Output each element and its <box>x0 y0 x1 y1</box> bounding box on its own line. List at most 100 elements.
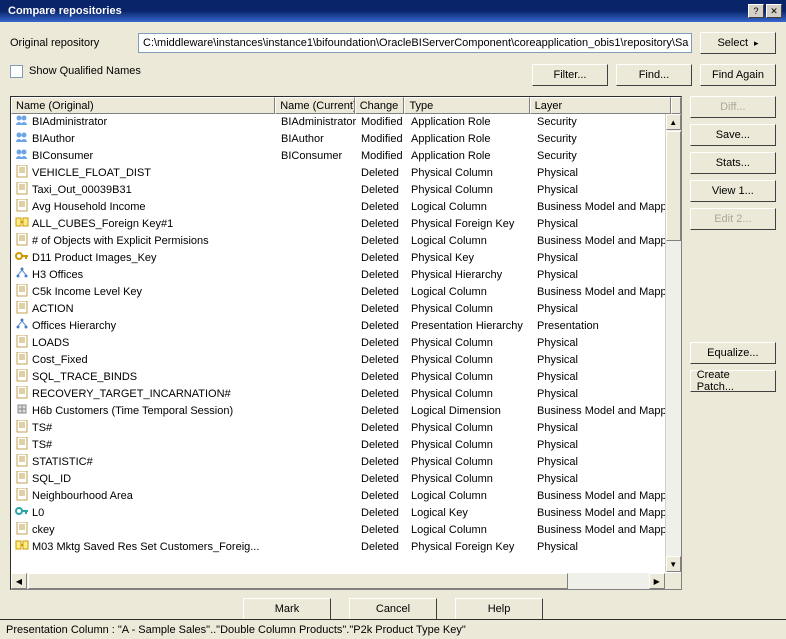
table-row[interactable]: Neighbourhood AreaDeletedLogical ColumnB… <box>11 488 681 505</box>
show-qualified-names-label: Show Qualified Names <box>29 65 141 77</box>
row-current <box>277 403 357 420</box>
col-icon <box>15 182 29 199</box>
table-row[interactable]: RECOVERY_TARGET_INCARNATION#DeletedPhysi… <box>11 386 681 403</box>
col-icon <box>15 454 29 471</box>
edit2-button[interactable]: Edit 2... <box>690 208 776 230</box>
table-row[interactable]: # of Objects with Explicit PermisionsDel… <box>11 233 681 250</box>
col-icon <box>15 522 29 539</box>
row-change: Deleted <box>357 369 407 386</box>
create-patch-button[interactable]: Create Patch... <box>690 370 776 392</box>
row-current: BIConsumer <box>277 148 357 165</box>
fkey-icon <box>15 216 29 233</box>
close-icon[interactable]: ✕ <box>766 4 782 18</box>
help-button[interactable]: Help <box>455 598 543 620</box>
column-header-change[interactable]: Change <box>355 97 405 114</box>
table-row[interactable]: L0DeletedLogical KeyBusiness Model and M… <box>11 505 681 522</box>
col-icon <box>15 301 29 318</box>
vertical-scroll-thumb[interactable] <box>666 131 681 241</box>
row-change: Deleted <box>357 403 407 420</box>
row-type: Logical Column <box>407 488 533 505</box>
table-row[interactable]: VEHICLE_FLOAT_DISTDeletedPhysical Column… <box>11 165 681 182</box>
table-row[interactable]: LOADSDeletedPhysical ColumnPhysical <box>11 335 681 352</box>
row-current: BIAdministrator <box>277 114 357 131</box>
horizontal-scrollbar[interactable]: ◀ ▶ <box>11 573 665 589</box>
mark-button[interactable]: Mark <box>243 598 331 620</box>
row-current <box>277 386 357 403</box>
row-change: Deleted <box>357 488 407 505</box>
row-layer: Presentation <box>533 318 675 335</box>
row-current <box>277 233 357 250</box>
row-name: STATISTIC# <box>32 455 93 470</box>
table-row[interactable]: D11 Product Images_KeyDeletedPhysical Ke… <box>11 250 681 267</box>
table-row[interactable]: H3 OfficesDeletedPhysical HierarchyPhysi… <box>11 267 681 284</box>
row-layer: Physical <box>533 352 675 369</box>
scroll-down-icon[interactable]: ▼ <box>666 556 681 572</box>
row-layer: Business Model and Mapping <box>533 522 675 539</box>
view1-button[interactable]: View 1... <box>690 180 776 202</box>
row-change: Deleted <box>357 386 407 403</box>
table-row[interactable]: SQL_TRACE_BINDSDeletedPhysical ColumnPhy… <box>11 369 681 386</box>
table-row[interactable]: Offices HierarchyDeletedPresentation Hie… <box>11 318 681 335</box>
table-row[interactable]: SQL_IDDeletedPhysical ColumnPhysical <box>11 471 681 488</box>
find-button[interactable]: Find... <box>616 64 692 86</box>
table-row[interactable]: Cost_FixedDeletedPhysical ColumnPhysical <box>11 352 681 369</box>
row-change: Deleted <box>357 471 407 488</box>
table-row[interactable]: STATISTIC#DeletedPhysical ColumnPhysical <box>11 454 681 471</box>
row-type: Physical Column <box>407 437 533 454</box>
scroll-left-icon[interactable]: ◀ <box>11 573 27 589</box>
row-current <box>277 250 357 267</box>
equalize-button[interactable]: Equalize... <box>690 342 776 364</box>
column-header-name[interactable]: Name (Original) <box>11 97 275 114</box>
col-icon <box>15 471 29 488</box>
row-type: Logical Key <box>407 505 533 522</box>
horizontal-scroll-thumb[interactable] <box>28 573 568 589</box>
table-row[interactable]: TS#DeletedPhysical ColumnPhysical <box>11 437 681 454</box>
column-header-type[interactable]: Type <box>404 97 529 114</box>
row-layer: Physical <box>533 471 675 488</box>
table-row[interactable]: Taxi_Out_00039B31DeletedPhysical ColumnP… <box>11 182 681 199</box>
scroll-up-icon[interactable]: ▲ <box>666 114 681 130</box>
table-row[interactable]: Avg Household IncomeDeletedLogical Colum… <box>11 199 681 216</box>
diff-button[interactable]: Diff... <box>690 96 776 118</box>
help-icon[interactable]: ? <box>748 4 764 18</box>
cancel-button[interactable]: Cancel <box>349 598 437 620</box>
stats-button[interactable]: Stats... <box>690 152 776 174</box>
row-current <box>277 420 357 437</box>
table-row[interactable]: BIAuthorBIAuthorModifiedApplication Role… <box>11 131 681 148</box>
table-row[interactable]: ALL_CUBES_Foreign Key#1DeletedPhysical F… <box>11 216 681 233</box>
row-layer: Physical <box>533 182 675 199</box>
table-row[interactable]: ACTIONDeletedPhysical ColumnPhysical <box>11 301 681 318</box>
table-row[interactable]: BIConsumerBIConsumerModifiedApplication … <box>11 148 681 165</box>
vertical-scrollbar[interactable]: ▲ ▼ <box>665 114 681 572</box>
row-current <box>277 165 357 182</box>
table-row[interactable]: BIAdministratorBIAdministratorModifiedAp… <box>11 114 681 131</box>
table-row[interactable]: ckeyDeletedLogical ColumnBusiness Model … <box>11 522 681 539</box>
save-button[interactable]: Save... <box>690 124 776 146</box>
filter-button[interactable]: Filter... <box>532 64 608 86</box>
original-repository-path[interactable]: C:\middleware\instances\instance1\bifoun… <box>138 33 692 53</box>
row-type: Application Role <box>407 148 533 165</box>
col-icon <box>15 335 29 352</box>
column-header-current[interactable]: Name (Current) <box>275 97 355 114</box>
table-row[interactable]: H6b Customers (Time Temporal Session)Del… <box>11 403 681 420</box>
row-layer: Security <box>533 131 675 148</box>
table-row[interactable]: C5k Income Level KeyDeletedLogical Colum… <box>11 284 681 301</box>
row-name: Avg Household Income <box>32 200 146 215</box>
select-button[interactable]: Select▸ <box>700 32 776 54</box>
row-current <box>277 199 357 216</box>
table-row[interactable]: TS#DeletedPhysical ColumnPhysical <box>11 420 681 437</box>
find-again-button[interactable]: Find Again <box>700 64 776 86</box>
row-name: SQL_TRACE_BINDS <box>32 370 137 385</box>
column-header-layer[interactable]: Layer <box>530 97 671 114</box>
scroll-right-icon[interactable]: ▶ <box>649 573 665 589</box>
row-name: Neighbourhood Area <box>32 489 133 504</box>
row-change: Deleted <box>357 301 407 318</box>
row-layer: Physical <box>533 216 675 233</box>
row-current <box>277 454 357 471</box>
row-name: Taxi_Out_00039B31 <box>32 183 132 198</box>
row-layer: Physical <box>533 165 675 182</box>
table-row[interactable]: M03 Mktg Saved Res Set Customers_Foreig.… <box>11 539 681 556</box>
show-qualified-names-checkbox[interactable] <box>10 65 23 78</box>
row-current <box>277 522 357 539</box>
row-change: Deleted <box>357 318 407 335</box>
